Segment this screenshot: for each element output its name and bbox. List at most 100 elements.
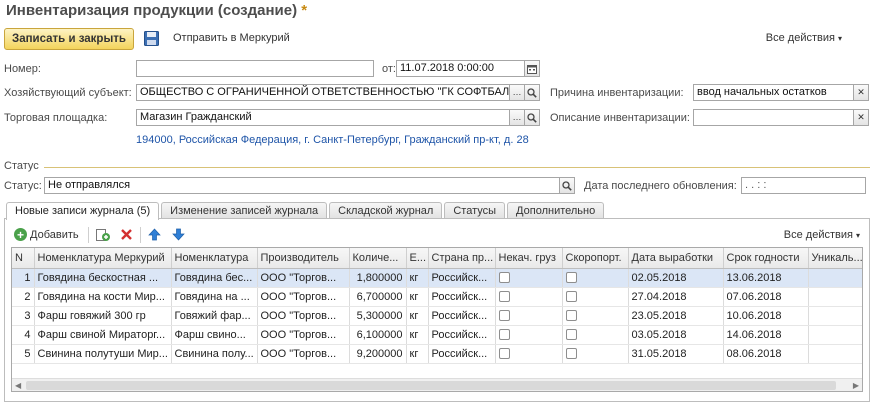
column-header[interactable]: N (12, 248, 35, 269)
toolbar-separator (140, 227, 141, 243)
section-divider (44, 167, 870, 168)
ellipsis-icon[interactable]: … (510, 109, 525, 126)
column-header[interactable]: Уникаль... (808, 248, 862, 269)
scrollbar-thumb[interactable] (26, 381, 836, 390)
checkbox[interactable] (565, 272, 577, 284)
table-cell: 2 (12, 287, 35, 307)
checkbox[interactable] (565, 310, 577, 322)
checkbox[interactable] (565, 348, 577, 360)
arrow-right-icon[interactable]: ▶ (853, 379, 859, 392)
copy-add-icon[interactable] (95, 228, 111, 245)
column-header[interactable]: Е... (406, 248, 429, 269)
search-icon[interactable] (560, 177, 575, 194)
checkbox[interactable] (498, 310, 510, 322)
venue-input[interactable]: Магазин Гражданский (136, 109, 510, 126)
table-row[interactable]: 2 Говядина на кости Мир... Говядина на ...… (12, 287, 862, 307)
checkbox[interactable] (498, 348, 510, 360)
table-cell: ООО "Торгов... (257, 268, 350, 288)
tab-additional[interactable]: Дополнительно (507, 202, 605, 219)
status-input[interactable]: Не отправлялся (44, 177, 560, 194)
table-cell: 1 (12, 268, 35, 288)
column-header[interactable]: Скоропорт. (562, 248, 629, 269)
tab-new-records[interactable]: Новые записи журнала (5) (6, 202, 160, 220)
table-cell: 14.06.2018 (723, 325, 809, 345)
column-header[interactable]: Срок годности (723, 248, 809, 269)
table-row[interactable]: 4 Фарш свиной Мираторг... Фарш свино... ООО… (12, 325, 862, 345)
table-all-actions-menu[interactable]: Все действия ▾ (784, 229, 860, 241)
ellipsis-icon[interactable]: … (510, 84, 525, 101)
column-header[interactable]: Страна пр... (428, 248, 496, 269)
table-cell: Российск... (428, 306, 496, 326)
tab-changes[interactable]: Изменение записей журнала (161, 202, 328, 219)
table-cell: Фарш свино... (171, 325, 258, 345)
table-cell: 08.06.2018 (723, 344, 809, 364)
add-button[interactable]: + Добавить (14, 228, 79, 241)
column-header[interactable]: Номенклатура (171, 248, 258, 269)
arrow-down-icon[interactable] (172, 228, 185, 244)
send-to-mercury-button[interactable]: Отправить в Меркурий (173, 32, 290, 44)
checkbox[interactable] (498, 329, 510, 341)
tab-stock-journal[interactable]: Складской журнал (329, 202, 443, 219)
floppy-disk-icon[interactable] (144, 31, 159, 46)
defect-checkbox-cell (495, 306, 563, 326)
status-label: Статус: (4, 180, 42, 192)
checkbox[interactable] (565, 329, 577, 341)
table-row[interactable]: 5 Свинина полутуши Мир... Свинина полу... О… (12, 344, 862, 364)
chevron-down-icon: ▾ (837, 34, 842, 43)
defect-checkbox-cell (495, 268, 563, 288)
table-cell: ООО "Торгов... (257, 325, 350, 345)
table-cell: Говядина на ... (171, 287, 258, 307)
delete-icon[interactable] (120, 228, 133, 244)
table-row[interactable]: 1 Говядина бескостная ... Говядина бес... О… (12, 268, 862, 288)
search-icon[interactable] (525, 84, 540, 101)
perishable-checkbox-cell (562, 287, 629, 307)
table-cell: 6,700000 (349, 287, 407, 307)
toolbar-separator (88, 227, 89, 243)
last-update-label: Дата последнего обновления: (584, 180, 737, 192)
clear-icon[interactable]: ✕ (854, 109, 869, 126)
table-cell (808, 268, 862, 288)
arrow-left-icon[interactable]: ◀ (15, 379, 21, 392)
date-input[interactable]: 11.07.2018 0:00:00 (396, 60, 525, 77)
table-cell: Говядина на кости Мир... (34, 287, 172, 307)
table-cell (808, 306, 862, 326)
save-and-close-button[interactable]: Записать и закрыть (4, 28, 134, 50)
horizontal-scrollbar[interactable]: ◀ ▶ (12, 378, 862, 391)
table-cell: 10.06.2018 (723, 306, 809, 326)
search-icon[interactable] (525, 109, 540, 126)
table-cell: 27.04.2018 (628, 287, 724, 307)
table-cell (808, 287, 862, 307)
subject-input[interactable]: ОБЩЕСТВО С ОГРАНИЧЕННОЙ ОТВЕТСТВЕННОСТЬЮ… (136, 84, 510, 101)
reason-input[interactable]: ввод начальных остатков (693, 84, 854, 101)
arrow-up-icon[interactable] (148, 228, 161, 244)
table-cell: 5 (12, 344, 35, 364)
table-cell: 1,800000 (349, 268, 407, 288)
column-header[interactable]: Производитель (257, 248, 350, 269)
last-update-input[interactable]: . . : : (741, 177, 866, 194)
number-input[interactable] (136, 60, 374, 77)
column-header[interactable]: Количе... (349, 248, 407, 269)
checkbox[interactable] (498, 291, 510, 303)
checkbox[interactable] (565, 291, 577, 303)
tab-bar: Новые записи журнала (5) Изменение запис… (6, 202, 605, 220)
checkbox[interactable] (498, 272, 510, 284)
table-cell: 9,200000 (349, 344, 407, 364)
calendar-icon[interactable] (525, 60, 540, 77)
table-cell: 13.06.2018 (723, 268, 809, 288)
column-header[interactable]: Некач. груз (495, 248, 563, 269)
description-input[interactable] (693, 109, 854, 126)
address-link[interactable]: 194000, Российская Федерация, г. Санкт-П… (136, 134, 529, 146)
table-row[interactable]: 3 Фарш говяжий 300 гр Говяжий фар... ООО "Т… (12, 306, 862, 326)
table-cell: 5,300000 (349, 306, 407, 326)
clear-icon[interactable]: ✕ (854, 84, 869, 101)
table-header: N Номенклатура Меркурий Номенклатура Произв… (12, 248, 862, 269)
table-cell: кг (406, 306, 429, 326)
description-label: Описание инвентаризации: (550, 112, 690, 124)
defect-checkbox-cell (495, 344, 563, 364)
table-cell: Свинина полутуши Мир... (34, 344, 172, 364)
tab-statuses[interactable]: Статусы (444, 202, 506, 219)
table-cell: Говяжий фар... (171, 306, 258, 326)
column-header[interactable]: Дата выработки (628, 248, 724, 269)
all-actions-menu[interactable]: Все действия ▾ (766, 32, 842, 44)
column-header[interactable]: Номенклатура Меркурий (34, 248, 172, 269)
